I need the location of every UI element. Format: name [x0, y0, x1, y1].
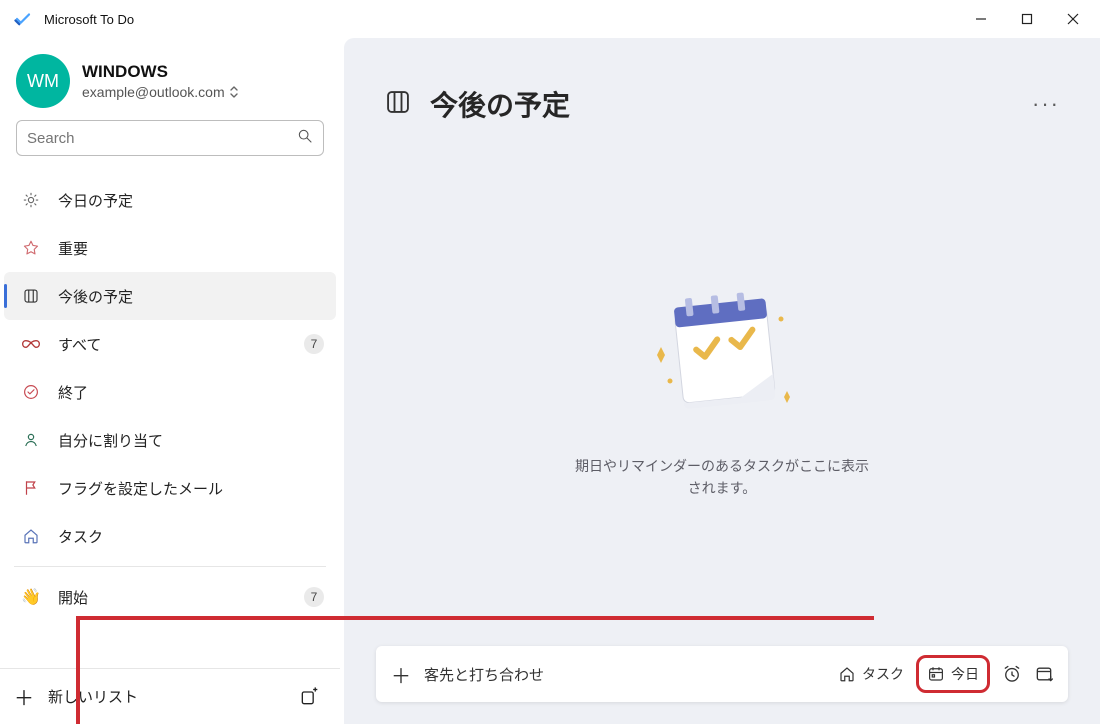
search-field[interactable] [27, 130, 297, 147]
nav-label: 今日の予定 [58, 190, 324, 211]
nav-planned[interactable]: 今後の予定 [4, 272, 336, 320]
nav-my-day[interactable]: 今日の予定 [0, 176, 340, 224]
main-panel: 今後の予定 ··· [344, 38, 1100, 724]
repeat-button[interactable] [1034, 664, 1054, 684]
sidebar-bottom: ＋ 新しいリスト [0, 668, 340, 724]
nav-label: フラグを設定したメール [58, 478, 324, 499]
nav-label: 重要 [58, 238, 324, 259]
plus-icon: ＋ [14, 682, 34, 711]
annotation-line [76, 616, 874, 620]
page-title: 今後の予定 [430, 84, 1032, 124]
add-task-bar[interactable]: ＋ タスク 今日 [376, 646, 1068, 702]
nav-label: 今後の予定 [58, 286, 320, 307]
planned-icon [384, 88, 412, 121]
star-icon [18, 239, 44, 257]
title-bar: Microsoft To Do [0, 0, 1100, 38]
person-icon [18, 431, 44, 449]
profile-name: WINDOWS [82, 62, 239, 82]
nav-badge: 7 [304, 587, 324, 607]
nav-label: 自分に割り当て [58, 430, 324, 451]
empty-illustration-icon [637, 281, 807, 431]
nav-getting-started[interactable]: 👋 開始 7 [0, 573, 340, 621]
sun-icon [18, 191, 44, 209]
nav-label: タスク [58, 526, 324, 547]
nav-list: 今日の予定 重要 今後の予定 すべて 7 終了 自分に割り当て [0, 166, 340, 668]
empty-state-text: 期日やリマインダーのあるタスクがここに表示されます。 [572, 455, 872, 500]
calendar-icon [927, 665, 945, 683]
search-input[interactable] [16, 120, 324, 156]
plus-icon: ＋ [390, 660, 412, 689]
window-title: Microsoft To Do [44, 12, 134, 27]
chevron-updown-icon [229, 85, 239, 99]
planned-icon [18, 287, 44, 305]
new-list-button[interactable]: ＋ 新しいリスト [14, 682, 292, 711]
profile-switcher[interactable]: WM WINDOWS example@outlook.com [0, 54, 340, 120]
sidebar: WM WINDOWS example@outlook.com 今日の予定 [0, 38, 340, 724]
nav-label: 開始 [58, 587, 304, 608]
nav-separator [14, 566, 326, 567]
close-button[interactable] [1050, 0, 1096, 38]
search-icon [297, 128, 313, 149]
nav-assigned[interactable]: 自分に割り当て [0, 416, 340, 464]
alarm-icon [1002, 664, 1022, 684]
nav-label: すべて [58, 334, 304, 355]
more-button[interactable]: ··· [1032, 91, 1060, 117]
reminder-button[interactable] [1002, 664, 1022, 684]
list-selector-chip[interactable]: タスク [838, 664, 904, 684]
app-logo-icon [12, 10, 34, 28]
add-task-input[interactable] [424, 666, 826, 683]
nav-important[interactable]: 重要 [0, 224, 340, 272]
new-group-button[interactable] [292, 687, 326, 707]
nav-label: 終了 [58, 382, 324, 403]
profile-email: example@outlook.com [82, 84, 239, 100]
empty-state: 期日やリマインダーのあるタスクがここに表示されます。 [344, 134, 1100, 646]
home-icon [838, 665, 856, 683]
nav-all[interactable]: すべて 7 [0, 320, 340, 368]
nav-completed[interactable]: 終了 [0, 368, 340, 416]
flag-icon [18, 479, 44, 497]
check-circle-icon [18, 383, 44, 401]
infinity-icon [18, 335, 44, 353]
main-header: 今後の予定 ··· [344, 38, 1100, 134]
nav-badge: 7 [304, 334, 324, 354]
annotation-line [76, 616, 80, 724]
home-icon [18, 527, 44, 545]
wave-icon: 👋 [18, 587, 44, 607]
maximize-button[interactable] [1004, 0, 1050, 38]
nav-flagged[interactable]: フラグを設定したメール [0, 464, 340, 512]
repeat-icon [1034, 664, 1054, 684]
minimize-button[interactable] [958, 0, 1004, 38]
new-list-label: 新しいリスト [48, 686, 138, 707]
avatar: WM [16, 54, 70, 108]
nav-tasks[interactable]: タスク [0, 512, 340, 560]
due-date-chip[interactable]: 今日 [916, 655, 990, 693]
